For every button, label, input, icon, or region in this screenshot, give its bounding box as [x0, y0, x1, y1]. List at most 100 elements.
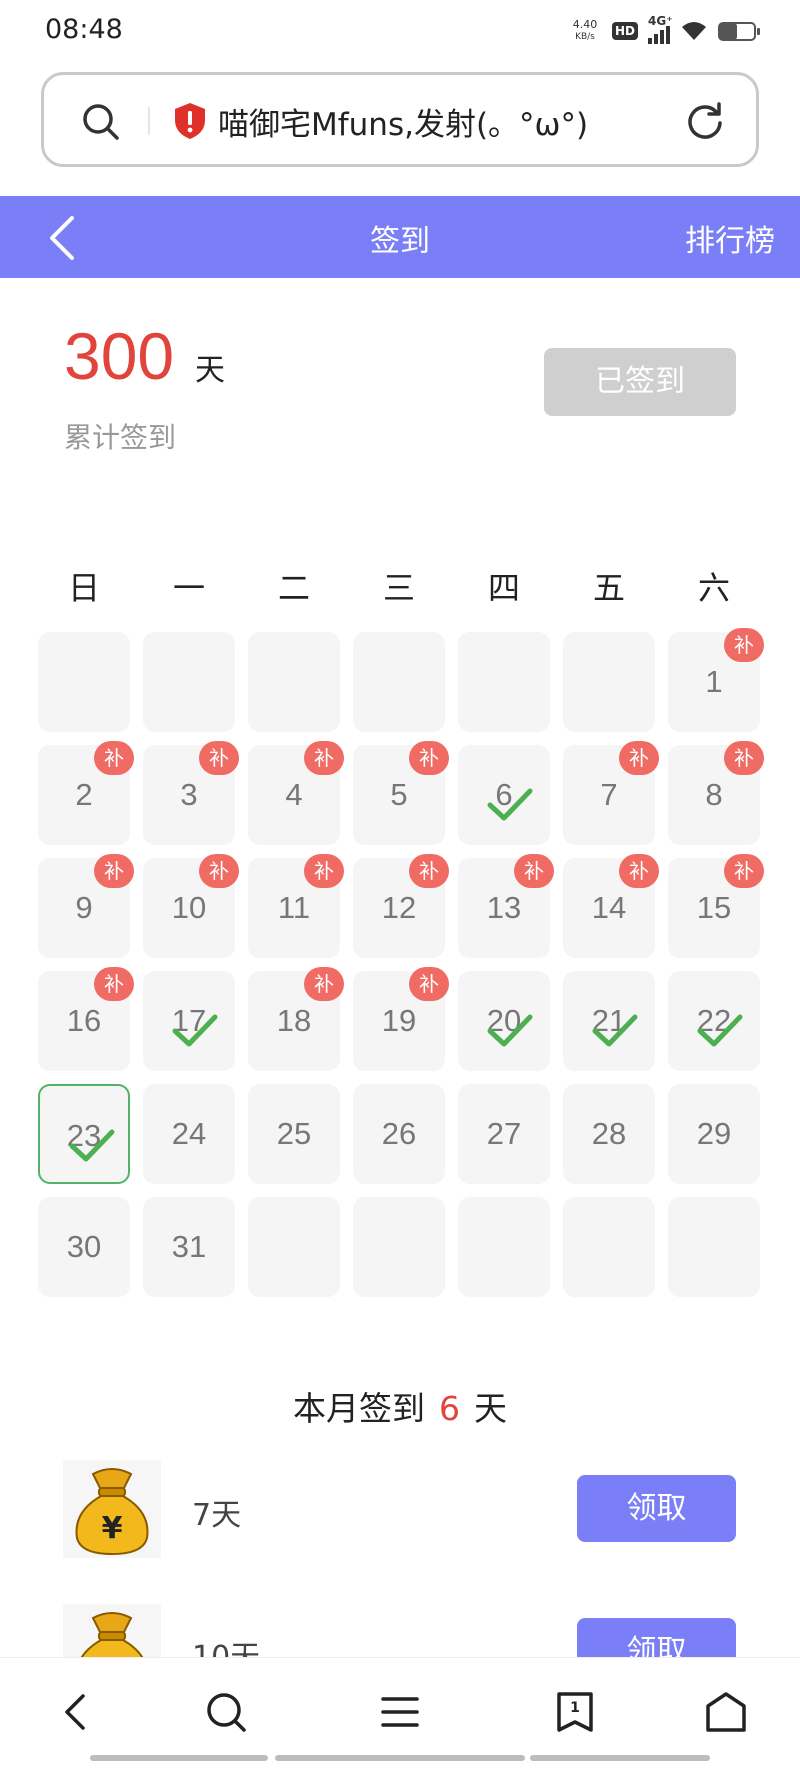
makeup-badge[interactable]: 补 [304, 741, 344, 775]
calendar-day[interactable]: 14 补 [563, 854, 659, 958]
weekday-header: 日一二三四五六 [0, 563, 800, 613]
makeup-badge[interactable]: 补 [514, 854, 554, 888]
month-checkin-count: 6 [439, 1389, 460, 1428]
checkmark-icon [487, 1014, 533, 1047]
reload-icon[interactable] [684, 99, 726, 141]
calendar-empty-cell [248, 1197, 340, 1297]
calendar-day[interactable]: 4补 [248, 741, 344, 845]
month-summary-suffix: 天 [474, 1389, 507, 1428]
calendar-day[interactable]: 21 [563, 971, 655, 1071]
calendar-empty-cell [353, 1197, 445, 1297]
makeup-badge[interactable]: 补 [724, 628, 764, 662]
svg-text:¥: ¥ [102, 1511, 123, 1546]
calendar-day[interactable]: 5补 [353, 741, 449, 845]
page-header: 签到 排行榜 [0, 196, 800, 278]
bottom-nav: 1 [0, 1657, 800, 1769]
calendar-day[interactable]: 13 补 [458, 854, 554, 958]
day-number: 2 [75, 777, 93, 812]
makeup-badge[interactable]: 补 [724, 854, 764, 888]
tabs-button[interactable]: 1 [551, 1688, 599, 1736]
security-warning-icon[interactable] [172, 102, 208, 140]
calendar-day[interactable]: 29 [668, 1084, 760, 1184]
gesture-bar [275, 1755, 525, 1761]
calendar-day[interactable]: 27 [458, 1084, 550, 1184]
search-icon[interactable] [80, 101, 120, 141]
back-icon[interactable] [53, 1688, 101, 1736]
calendar-day[interactable]: 30 [38, 1197, 130, 1297]
makeup-badge[interactable]: 补 [409, 967, 449, 1001]
calendar-day[interactable]: 26 [353, 1084, 445, 1184]
calendar-day[interactable]: 10 补 [143, 854, 239, 958]
makeup-badge[interactable]: 补 [304, 967, 344, 1001]
calendar-empty-cell [563, 632, 655, 732]
calendar-day[interactable]: 22 [668, 971, 760, 1071]
day-number: 9 [75, 890, 93, 925]
calendar-day[interactable]: 8补 [668, 741, 764, 845]
calendar-day[interactable]: 7补 [563, 741, 659, 845]
calendar-empty-cell [38, 632, 130, 732]
day-number: 10 [171, 890, 207, 925]
makeup-badge[interactable]: 补 [94, 741, 134, 775]
claim-button[interactable]: 领取 [577, 1475, 736, 1542]
day-number: 29 [696, 1116, 732, 1151]
calendar-day[interactable]: 20 [458, 971, 550, 1071]
home-icon[interactable] [702, 1688, 750, 1736]
makeup-badge[interactable]: 补 [304, 854, 344, 888]
day-number: 3 [180, 777, 198, 812]
makeup-badge[interactable]: 补 [409, 854, 449, 888]
status-time: 08:48 [45, 14, 123, 45]
calendar-day[interactable]: 28 [563, 1084, 655, 1184]
money-bag-icon: ¥ [63, 1460, 161, 1558]
calendar-day[interactable]: 25 [248, 1084, 340, 1184]
weekday-label: 二 [277, 569, 310, 607]
calendar-empty-cell [458, 632, 550, 732]
total-days-unit: 天 [195, 353, 225, 388]
calendar-day[interactable]: 18 补 [248, 967, 344, 1071]
calendar-day[interactable]: 1补 [668, 628, 764, 732]
cellular-signal-icon: 4G⁺ [648, 14, 673, 44]
day-number: 11 [277, 890, 311, 925]
calendar-empty-cell [353, 632, 445, 732]
calendar-day[interactable]: 9补 [38, 854, 134, 958]
calendar-day[interactable]: 16 补 [38, 967, 134, 1071]
calendar-day[interactable]: 31 [143, 1197, 235, 1297]
makeup-badge[interactable]: 补 [724, 741, 764, 775]
weekday-label: 五 [592, 569, 625, 607]
reward-label: 7天 [192, 1498, 242, 1533]
calendar-day[interactable]: 3补 [143, 741, 239, 845]
calendar-day[interactable]: 19 补 [353, 967, 449, 1071]
day-number: 15 [696, 890, 732, 925]
calendar-day[interactable]: 15 补 [668, 854, 764, 958]
calendar-day[interactable]: 24 [143, 1084, 235, 1184]
makeup-badge[interactable]: 补 [94, 854, 134, 888]
makeup-badge[interactable]: 补 [409, 741, 449, 775]
calendar-day[interactable]: 2补 [38, 741, 134, 845]
day-number: 7 [600, 777, 618, 812]
checkmark-icon [697, 1014, 743, 1047]
net-speed-unit: KB/s [575, 32, 595, 42]
status-bar: 08:48 4.40 KB/s HD 4G⁺ [0, 0, 800, 62]
makeup-badge[interactable]: 补 [199, 741, 239, 775]
makeup-badge[interactable]: 补 [619, 854, 659, 888]
gesture-bar [90, 1755, 268, 1761]
calendar-empty-cell [668, 1197, 760, 1297]
makeup-badge[interactable]: 补 [199, 854, 239, 888]
makeup-badge[interactable]: 补 [94, 967, 134, 1001]
calendar-day-today[interactable]: 23 [38, 1084, 130, 1184]
menu-icon[interactable] [376, 1688, 424, 1736]
search-icon[interactable] [202, 1688, 250, 1736]
day-number: 5 [390, 777, 408, 812]
leaderboard-link[interactable]: 排行榜 [685, 216, 775, 260]
month-checkin-summary: 本月签到 6 天 [0, 1382, 800, 1430]
url-text[interactable]: 喵御宅Mfuns,发射(。°ω°) [218, 99, 648, 144]
calendar-day[interactable]: 12 补 [353, 854, 449, 958]
day-number: 14 [591, 890, 627, 925]
day-number: 8 [705, 777, 723, 812]
tab-count: 1 [570, 1700, 580, 1716]
calendar-day[interactable]: 17 [143, 971, 235, 1071]
makeup-badge[interactable]: 补 [619, 741, 659, 775]
url-bar[interactable]: 喵御宅Mfuns,发射(。°ω°) [41, 72, 759, 167]
calendar-day[interactable]: 6 [458, 745, 550, 845]
checked-in-button[interactable]: 已签到 [544, 348, 736, 416]
calendar-day[interactable]: 11 补 [248, 854, 344, 958]
